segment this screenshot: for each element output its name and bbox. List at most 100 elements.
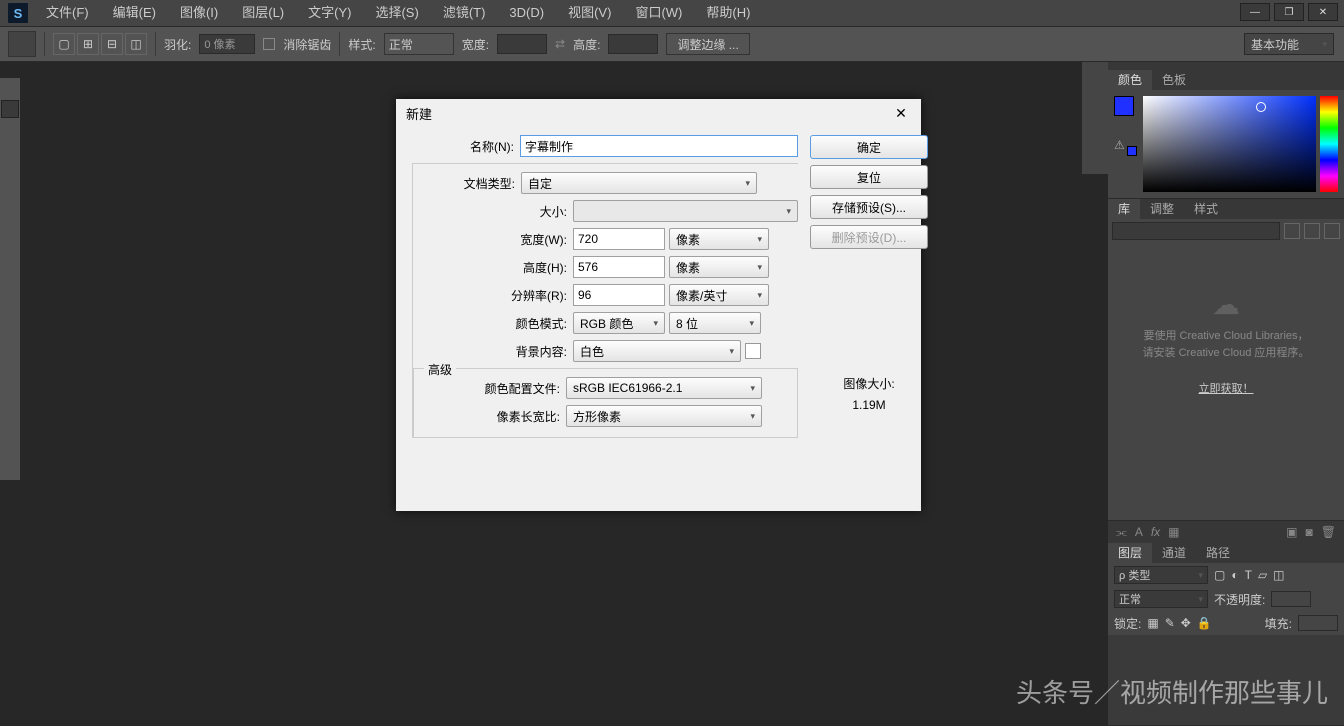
menu-select[interactable]: 选择(S) — [363, 0, 430, 26]
blend-select[interactable]: 正常▾ — [1114, 590, 1208, 608]
tab-color[interactable]: 颜色 — [1108, 70, 1152, 90]
dodge-tool[interactable] — [1, 340, 19, 358]
filter-type-icon[interactable]: T — [1245, 568, 1252, 582]
bg-select[interactable]: 白色▾ — [573, 340, 741, 362]
healing-tool[interactable] — [1, 200, 19, 218]
tab-swatches[interactable]: 色板 — [1152, 70, 1196, 90]
antialias-checkbox[interactable] — [263, 38, 275, 50]
tab-styles[interactable]: 样式 — [1184, 199, 1228, 219]
brush-tool[interactable] — [1, 220, 19, 238]
lock-pos-icon[interactable]: ✥ — [1181, 616, 1191, 630]
minimize-button[interactable]: — — [1240, 3, 1270, 21]
tool-preset[interactable] — [8, 31, 36, 57]
menu-image[interactable]: 图像(I) — [168, 0, 230, 26]
move-tool[interactable] — [1, 80, 19, 98]
hue-slider[interactable] — [1320, 96, 1338, 192]
menu-type[interactable]: 文字(Y) — [296, 0, 363, 26]
lib-grid-icon[interactable] — [1284, 223, 1300, 239]
pen-tool[interactable] — [1, 360, 19, 378]
refine-edge-button[interactable]: 调整边缘 ... — [666, 33, 749, 55]
lock-pixels-icon[interactable]: ▦ — [1147, 616, 1158, 630]
library-select[interactable] — [1112, 222, 1280, 240]
width-input-dlg[interactable] — [573, 228, 665, 250]
select-add-icon[interactable]: ⊞ — [77, 33, 99, 55]
menu-filter[interactable]: 滤镜(T) — [431, 0, 498, 26]
path-tool[interactable] — [1, 400, 19, 418]
crop-tool[interactable] — [1, 160, 19, 178]
width-unit-select[interactable]: 像素▾ — [669, 228, 769, 250]
tab-layers[interactable]: 图层 — [1108, 543, 1152, 563]
dialog-close-button[interactable]: ✕ — [891, 103, 911, 123]
fx-mask-icon[interactable]: ◙ — [1306, 525, 1313, 539]
fill-input[interactable] — [1298, 615, 1338, 631]
height-unit-select[interactable]: 像素▾ — [669, 256, 769, 278]
properties-icon[interactable] — [1085, 122, 1105, 142]
opacity-input[interactable] — [1271, 591, 1311, 607]
maximize-button[interactable]: ❐ — [1274, 3, 1304, 21]
character-icon[interactable] — [1085, 148, 1105, 168]
fx-s-icon[interactable]: ▣ — [1286, 525, 1297, 539]
stamp-tool[interactable] — [1, 240, 19, 258]
menu-edit[interactable]: 编辑(E) — [101, 0, 168, 26]
tab-paths[interactable]: 路径 — [1196, 543, 1240, 563]
resolution-input[interactable] — [573, 284, 665, 306]
filter-img-icon[interactable]: ▢ — [1214, 568, 1225, 582]
history-icon[interactable] — [1085, 96, 1105, 116]
lasso-tool[interactable] — [1, 120, 19, 138]
foreground-swatch[interactable] — [1114, 96, 1134, 116]
swap-icon[interactable]: ⇄ — [555, 37, 565, 51]
aspect-select[interactable]: 方形像素▾ — [566, 405, 762, 427]
ok-button[interactable]: 确定 — [810, 135, 928, 159]
lock-paint-icon[interactable]: ✎ — [1165, 616, 1175, 630]
blur-tool[interactable] — [1, 320, 19, 338]
fx-icon[interactable]: fx — [1151, 525, 1160, 539]
feather-input[interactable] — [199, 34, 255, 54]
select-int-icon[interactable]: ◫ — [125, 33, 147, 55]
mode-select[interactable]: RGB 颜色▾ — [573, 312, 665, 334]
filter-smart-icon[interactable]: ◫ — [1273, 568, 1284, 582]
save-preset-button[interactable]: 存储预设(S)... — [810, 195, 928, 219]
color-picker[interactable] — [1143, 96, 1316, 192]
depth-select[interactable]: 8 位▾ — [669, 312, 761, 334]
reset-button[interactable]: 复位 — [810, 165, 928, 189]
lib-get-link[interactable]: 立即获取！ — [1199, 383, 1254, 395]
menu-layer[interactable]: 图层(L) — [230, 0, 296, 26]
height-input-dlg[interactable] — [573, 256, 665, 278]
history-tool[interactable] — [1, 260, 19, 278]
eyedropper-tool[interactable] — [1, 180, 19, 198]
style-select[interactable]: 正常▾ — [384, 33, 454, 55]
tab-channels[interactable]: 通道 — [1152, 543, 1196, 563]
filter-shape-icon[interactable]: ▱ — [1258, 568, 1267, 582]
workspace-select[interactable]: 基本功能▾ — [1244, 33, 1334, 55]
name-input[interactable] — [520, 135, 798, 157]
filter-adj-icon[interactable]: ◐ — [1231, 568, 1238, 582]
shape-tool[interactable] — [1, 420, 19, 438]
lib-menu-icon[interactable] — [1324, 223, 1340, 239]
menu-file[interactable]: 文件(F) — [34, 0, 101, 26]
menu-view[interactable]: 视图(V) — [556, 0, 623, 26]
resolution-unit-select[interactable]: 像素/英寸▾ — [669, 284, 769, 306]
tab-libraries[interactable]: 库 — [1108, 199, 1140, 219]
marquee-tool[interactable] — [1, 100, 19, 118]
fx-type-icon[interactable]: A — [1135, 525, 1143, 539]
preset-select[interactable]: 自定▾ — [521, 172, 757, 194]
eraser-tool[interactable] — [1, 280, 19, 298]
menu-3d[interactable]: 3D(D) — [497, 0, 556, 26]
profile-select[interactable]: sRGB IEC61966-2.1▾ — [566, 377, 762, 399]
fx-trash-icon[interactable]: 🗑 — [1321, 525, 1336, 539]
fx-fill-icon[interactable]: ▦ — [1168, 525, 1179, 539]
fx-link-icon[interactable]: ⫘ — [1116, 525, 1127, 540]
select-sub-icon[interactable]: ⊟ — [101, 33, 123, 55]
background-swatch[interactable] — [1127, 146, 1137, 156]
menu-help[interactable]: 帮助(H) — [694, 0, 762, 26]
select-new-icon[interactable]: ▢ — [53, 33, 75, 55]
type-tool[interactable] — [1, 380, 19, 398]
gradient-tool[interactable] — [1, 300, 19, 318]
layer-filter-select[interactable]: ρ 类型▾ — [1114, 566, 1208, 584]
wand-tool[interactable] — [1, 140, 19, 158]
tab-adjustments[interactable]: 调整 — [1140, 199, 1184, 219]
close-button[interactable]: ✕ — [1308, 3, 1338, 21]
lib-list-icon[interactable] — [1304, 223, 1320, 239]
bg-swatch[interactable] — [745, 343, 761, 359]
hand-tool[interactable] — [1, 440, 19, 458]
